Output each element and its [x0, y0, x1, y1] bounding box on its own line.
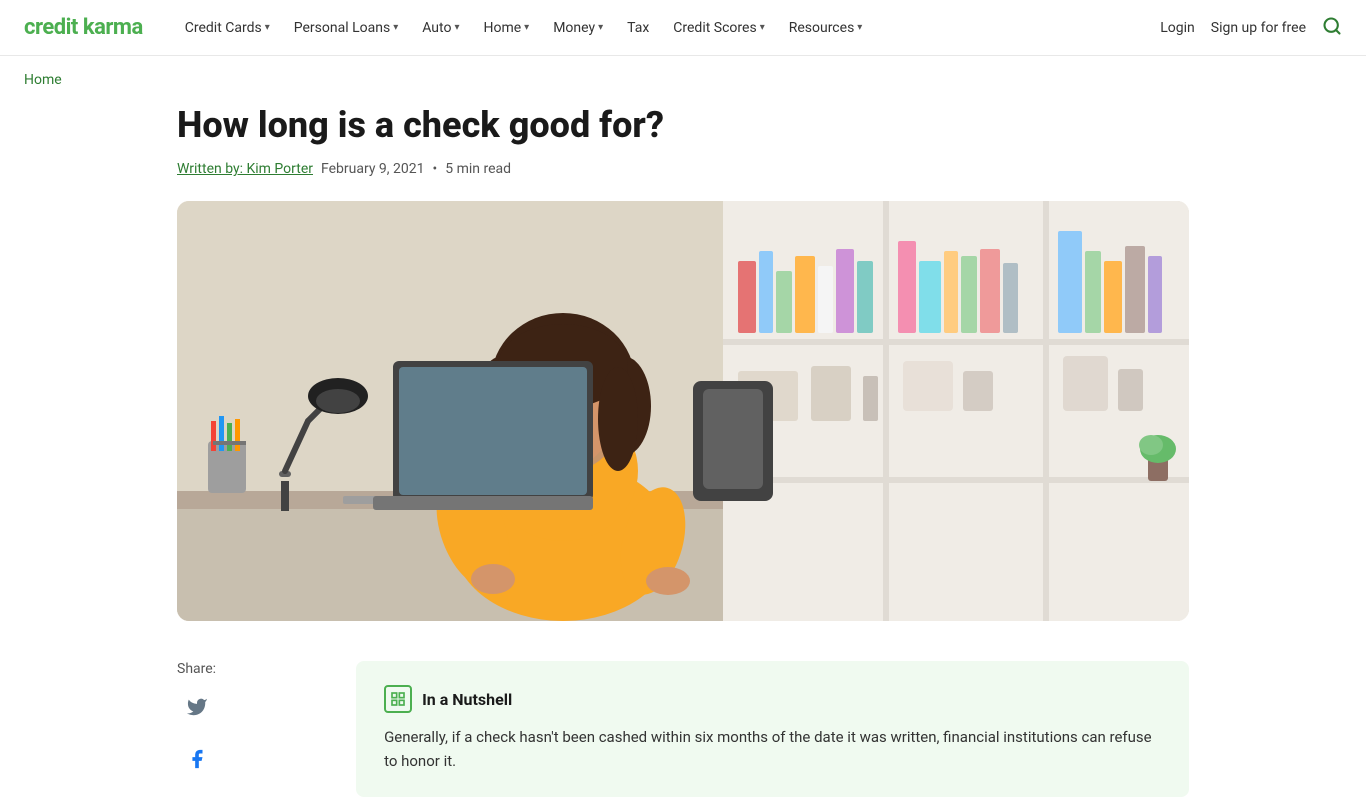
read-time: 5 min read [445, 161, 511, 177]
author-link[interactable]: Written by: Kim Porter [177, 161, 313, 177]
share-section: Share: [177, 653, 216, 787]
chevron-down-icon: ▾ [524, 22, 529, 33]
nutshell-text: Generally, if a check hasn't been cashed… [384, 725, 1161, 773]
facebook-share-button[interactable] [179, 741, 215, 777]
breadcrumb[interactable]: Home [0, 56, 1366, 104]
logo[interactable]: credit karma [24, 15, 143, 40]
chevron-down-icon: ▾ [598, 22, 603, 33]
chevron-down-icon: ▾ [265, 22, 270, 33]
twitter-share-button[interactable] [179, 689, 215, 725]
nutshell-header: In a Nutshell [384, 685, 1161, 713]
search-button[interactable] [1322, 16, 1342, 40]
signup-button[interactable]: Sign up for free [1211, 20, 1306, 36]
nav-item-resources[interactable]: Resources ▾ [779, 14, 873, 42]
nav-item-auto[interactable]: Auto ▾ [412, 14, 469, 42]
nav-item-personal-loans[interactable]: Personal Loans ▾ [284, 14, 408, 42]
nav-item-credit-scores[interactable]: Credit Scores ▾ [663, 14, 774, 42]
content-area: Share: [177, 653, 1189, 797]
nutshell-title: In a Nutshell [422, 690, 512, 709]
nav-item-tax[interactable]: Tax [617, 14, 659, 42]
meta-date: February 9, 2021 [321, 161, 425, 177]
nav-item-home[interactable]: Home ▾ [473, 14, 539, 42]
chevron-down-icon: ▾ [454, 22, 459, 33]
nav-right: Login Sign up for free [1160, 16, 1342, 40]
nav-item-credit-cards[interactable]: Credit Cards ▾ [175, 14, 280, 42]
chevron-down-icon: ▾ [857, 22, 862, 33]
nav-links: Credit Cards ▾ Personal Loans ▾ Auto ▾ H… [175, 14, 1160, 42]
login-button[interactable]: Login [1160, 20, 1195, 36]
main-nav: credit karma Credit Cards ▾ Personal Loa… [0, 0, 1366, 56]
hero-image [177, 201, 1189, 621]
chevron-down-icon: ▾ [760, 22, 765, 33]
main-content: How long is a check good for? Written by… [153, 104, 1213, 797]
nav-item-money[interactable]: Money ▾ [543, 14, 613, 42]
meta-dot: • [433, 161, 438, 177]
nutshell-box: In a Nutshell Generally, if a check hasn… [356, 661, 1189, 797]
chevron-down-icon: ▾ [393, 22, 398, 33]
logo-text: credit karma [24, 15, 143, 40]
share-label: Share: [177, 661, 216, 677]
article-meta: Written by: Kim Porter February 9, 2021 … [177, 161, 1189, 177]
article-title: How long is a check good for? [177, 104, 1189, 147]
nutshell-icon [384, 685, 412, 713]
